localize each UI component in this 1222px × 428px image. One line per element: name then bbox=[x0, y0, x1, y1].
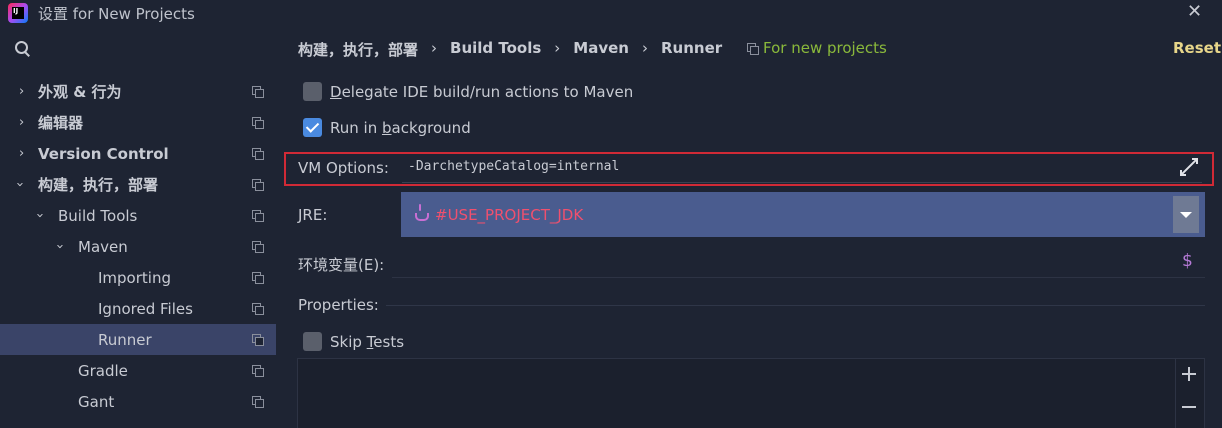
tree-item-editor[interactable]: › 编辑器 bbox=[0, 107, 276, 138]
breadcrumb-item: Build Tools bbox=[450, 39, 542, 57]
chevron-down-icon[interactable] bbox=[1173, 196, 1199, 233]
tree-item-version-control[interactable]: › Version Control bbox=[0, 138, 276, 169]
copy-icon bbox=[252, 396, 264, 408]
scope-indicator: For new projects bbox=[747, 39, 887, 57]
breadcrumb-separator: › bbox=[554, 39, 561, 57]
tree-item-importing[interactable]: Importing bbox=[0, 262, 276, 293]
tree-item-label: Gradle bbox=[78, 361, 128, 380]
tree-item-label: Importing bbox=[98, 268, 171, 287]
window-title: 设置 for New Projects bbox=[38, 5, 195, 23]
title-bar: IJ 设置 for New Projects ✕ bbox=[0, 0, 1222, 26]
breadcrumb-item: Runner bbox=[660, 39, 723, 57]
jre-value: #USE_PROJECT_JDK bbox=[435, 206, 584, 224]
chevron-right-icon[interactable]: › bbox=[19, 146, 24, 161]
jre-select[interactable]: #USE_PROJECT_JDK bbox=[401, 192, 1205, 237]
tree-item-label: Build Tools bbox=[58, 206, 138, 225]
tree-item-ignored-files[interactable]: Ignored Files bbox=[0, 293, 276, 324]
copy-icon bbox=[252, 303, 264, 315]
copy-icon bbox=[252, 117, 264, 129]
copy-icon bbox=[252, 241, 264, 253]
env-variables-input[interactable] bbox=[392, 248, 1205, 278]
properties-divider bbox=[386, 305, 1205, 306]
tree-item-build-tools[interactable]: › Build Tools bbox=[0, 200, 276, 231]
settings-search[interactable] bbox=[14, 40, 32, 58]
run-in-background-label: Run in background bbox=[330, 118, 471, 137]
run-in-background-checkbox[interactable] bbox=[303, 118, 322, 137]
reset-button[interactable]: Reset bbox=[1173, 39, 1221, 57]
intellij-app-icon: IJ bbox=[8, 3, 28, 23]
copy-icon bbox=[252, 365, 264, 377]
tree-item-label: Runner bbox=[98, 330, 152, 349]
scope-label: For new projects bbox=[763, 39, 887, 57]
breadcrumb: 构建，执行，部署 › Build Tools › Maven › Runner bbox=[298, 39, 722, 60]
chevron-down-icon[interactable]: › bbox=[12, 182, 27, 187]
plus-icon[interactable] bbox=[1182, 367, 1196, 381]
settings-tree: › 外观 & 行为 › 编辑器 › Version Control › 构建，执… bbox=[0, 76, 276, 417]
env-variables-label: 环境变量(E): bbox=[298, 256, 385, 274]
chevron-down-icon[interactable]: › bbox=[52, 244, 67, 249]
tree-item-gradle[interactable]: Gradle bbox=[0, 355, 276, 386]
tree-item-label: Maven bbox=[78, 237, 128, 256]
run-in-background-checkbox-row[interactable]: Run in background bbox=[303, 118, 471, 137]
breadcrumb-separator: › bbox=[641, 39, 648, 57]
close-icon[interactable]: ✕ bbox=[1187, 1, 1202, 22]
dollar-icon[interactable]: $ bbox=[1182, 251, 1193, 271]
vm-options-input[interactable]: -DarchetypeCatalog=internal bbox=[402, 154, 1202, 183]
tree-item-label: 构建，执行，部署 bbox=[38, 176, 159, 194]
tree-item-label: 外观 & 行为 bbox=[38, 83, 122, 101]
tree-item-label: Version Control bbox=[38, 144, 169, 163]
delegate-build-checkbox[interactable] bbox=[303, 82, 322, 101]
java-icon bbox=[413, 204, 429, 222]
delegate-build-checkbox-row[interactable]: Delegate IDE build/run actions to Maven bbox=[303, 82, 633, 101]
copy-icon bbox=[252, 179, 264, 191]
chevron-right-icon[interactable]: › bbox=[19, 84, 24, 99]
minus-icon[interactable] bbox=[1182, 400, 1196, 414]
tree-item-label: Ignored Files bbox=[98, 299, 193, 318]
search-icon[interactable] bbox=[14, 40, 32, 58]
copy-icon bbox=[252, 210, 264, 222]
properties-table[interactable] bbox=[297, 358, 1205, 428]
skip-tests-label: Skip Tests bbox=[330, 332, 405, 351]
breadcrumb-separator: › bbox=[431, 39, 438, 57]
tree-item-gant[interactable]: Gant bbox=[0, 386, 276, 417]
tree-item-label: 编辑器 bbox=[38, 114, 84, 132]
tree-item-label: Gant bbox=[78, 392, 115, 411]
tree-item-maven[interactable]: › Maven bbox=[0, 231, 276, 262]
properties-label: Properties: bbox=[298, 296, 379, 314]
skip-tests-checkbox-row[interactable]: Skip Tests bbox=[303, 332, 404, 351]
copy-icon bbox=[252, 272, 264, 284]
tree-item-appearance[interactable]: › 外观 & 行为 bbox=[0, 76, 276, 107]
chevron-down-icon[interactable]: › bbox=[32, 213, 47, 218]
vm-options-label: VM Options: bbox=[298, 159, 389, 177]
breadcrumb-item: 构建，执行，部署 bbox=[298, 41, 419, 59]
chevron-right-icon[interactable]: › bbox=[19, 115, 24, 130]
tree-item-runner[interactable]: Runner bbox=[0, 324, 276, 355]
copy-icon bbox=[252, 86, 264, 98]
expand-icon[interactable] bbox=[1180, 158, 1198, 176]
jre-label: JRE: bbox=[298, 206, 328, 224]
copy-icon bbox=[747, 42, 759, 55]
copy-icon bbox=[252, 334, 264, 346]
breadcrumb-item: Maven bbox=[573, 39, 629, 57]
copy-icon bbox=[252, 148, 264, 160]
skip-tests-checkbox[interactable] bbox=[303, 332, 322, 351]
delegate-build-label: Delegate IDE build/run actions to Maven bbox=[330, 82, 634, 101]
tree-item-build-execution-deployment[interactable]: › 构建，执行，部署 bbox=[0, 169, 276, 200]
